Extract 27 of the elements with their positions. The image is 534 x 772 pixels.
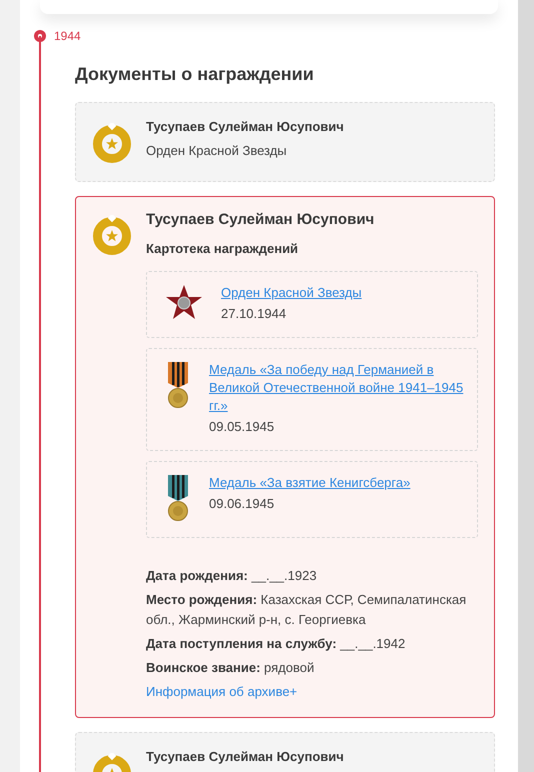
archive-info-link[interactable]: Информация об архиве+ bbox=[146, 682, 298, 701]
medal-icon bbox=[165, 474, 191, 522]
star-order-icon bbox=[165, 284, 203, 320]
medal-icon bbox=[92, 123, 132, 163]
section-title: Документы о награждении bbox=[75, 63, 315, 86]
award-link[interactable]: Медаль «За взятие Кенигсберга» bbox=[209, 474, 465, 492]
award-link[interactable]: Медаль «За победу над Германией в Великой Отечественной войне 1941–1945 гг.» bbox=[209, 360, 465, 414]
person-name: Тусупаев Сулейман Юсупович bbox=[146, 210, 376, 230]
person-name: Тусупаев Сулейман Юсупович bbox=[146, 118, 345, 136]
medal-icon bbox=[92, 215, 132, 255]
medal-icon bbox=[165, 360, 191, 408]
award-card[interactable]: Тусупаев Сулейман Юсупович Орден Красной Звезды bbox=[75, 102, 495, 182]
detail-line: Место рождения: Казахская ССР, Семипалатинская обл., Жарминский р-н, с. Георгиевка bbox=[146, 590, 468, 629]
scrollbar[interactable] bbox=[518, 0, 534, 772]
award-date: 09.05.1945 bbox=[209, 418, 276, 434]
award-card[interactable]: Тусупаев Сулейман Юсупович bbox=[75, 732, 495, 772]
detail-line: Воинское звание: рядовой bbox=[146, 658, 316, 677]
award-date: 27.10.1944 bbox=[221, 304, 288, 322]
detail-line: Дата рождения: __.__.1923 bbox=[146, 566, 318, 585]
award-date: 09.06.1945 bbox=[209, 494, 276, 512]
award-link[interactable]: Орден Красной Звезды bbox=[221, 284, 465, 302]
person-name: Тусупаев Сулейман Юсупович bbox=[146, 748, 345, 766]
timeline-year: 1944 bbox=[54, 28, 81, 45]
document-type: Орден Красной Звезды bbox=[146, 142, 288, 160]
detail-line: Дата поступления на службу: __.__.1942 bbox=[146, 634, 406, 653]
document-type: Картотека награждений bbox=[146, 240, 300, 258]
award-card[interactable] bbox=[75, 196, 495, 718]
